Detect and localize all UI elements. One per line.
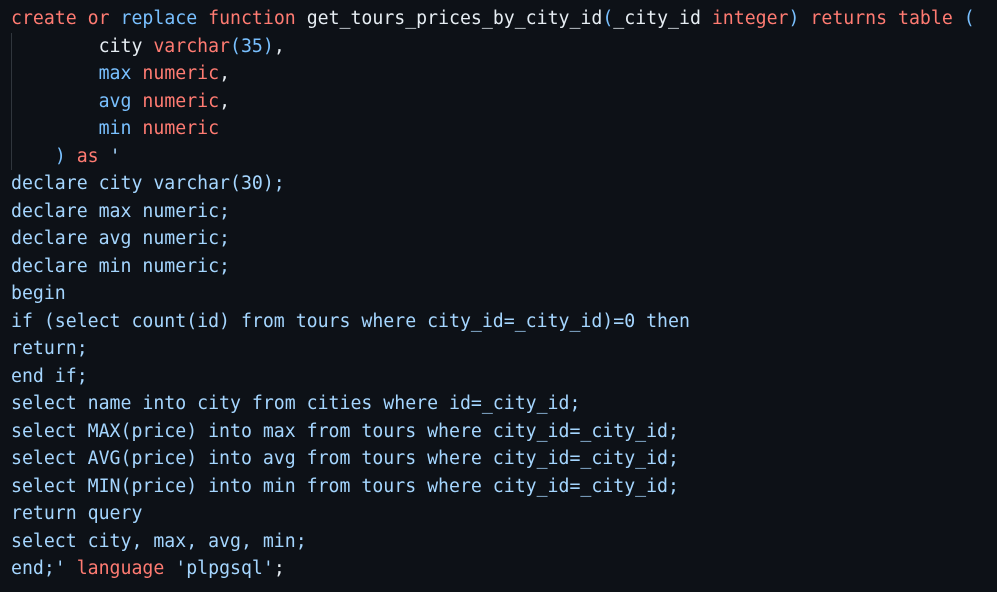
code-line: begin [0,280,997,308]
code-token: ' [109,145,121,167]
code-token: select name into city from cities where … [11,393,581,414]
code-token: if (select count(id) from tours where ci… [11,310,690,332]
code-line: select city, max, avg, min; [0,528,997,556]
code-token: min [98,118,132,139]
code-token: end if; [11,365,88,387]
code-line: city varchar(35), [0,32,997,60]
code-token: ) [788,8,800,29]
code-token: max [98,63,132,84]
indent-guide [11,60,12,88]
code-line: create or replace function get_tours_pri… [0,5,997,33]
code-token: ) [54,145,66,167]
code-token: avg [98,90,132,112]
code-line: ) as ' [0,142,997,170]
code-line: end if; [0,363,997,391]
code-line: declare max numeric; [0,198,997,226]
indent-guide [11,87,12,115]
code-line: min numeric [0,115,997,143]
code-token: numeric [142,63,220,84]
code-line: return; [0,335,997,363]
code-token: numeric [142,90,220,112]
code-token: , [219,90,231,112]
code-token: get_tours_prices_by_city_id [306,8,603,29]
code-editor[interactable]: create or replace function get_tours_pri… [0,0,997,592]
code-line: declare city varchar(30); [0,170,997,198]
code-token: table [898,8,953,29]
code-line: select MAX(price) into max from tours wh… [0,418,997,446]
code-token: varchar [153,35,231,57]
code-token: ( [230,35,241,57]
code-token: ( [963,8,975,29]
code-line: return query [0,500,997,528]
code-token: select AVG(price) into avg from tours wh… [11,448,679,469]
code-token: select city, max, avg, min; [11,530,307,552]
code-token: as [76,145,99,167]
indent-guide [11,32,12,60]
code-token: city [11,35,154,57]
code-token: 'plpgsql' [175,558,274,579]
code-token: begin [11,283,66,304]
code-token: create [11,8,77,29]
code-token: returns [810,8,888,29]
code-line: select name into city from cities where … [0,390,997,418]
code-block[interactable]: create or replace function get_tours_pri… [0,5,997,583]
code-token: numeric [142,118,220,139]
code-line: if (select count(id) from tours where ci… [0,308,997,336]
code-token: _city_id [613,8,712,29]
code-line: end;' language 'plpgsql'; [0,555,997,583]
code-token: select MAX(price) into max from tours wh… [11,420,679,442]
code-token: return query [11,503,143,524]
code-token: declare avg numeric; [11,228,230,249]
code-token: ( [602,8,614,29]
code-token: or [87,8,110,29]
code-line: max numeric, [0,60,997,88]
code-token: return; [11,338,88,359]
code-token: , [273,35,285,57]
code-token: integer [711,8,789,29]
code-token: ) [262,35,274,57]
code-token: declare city varchar(30); [11,173,285,194]
code-token: language [76,558,165,579]
code-token: declare min numeric; [11,255,230,277]
code-token: 35 [240,35,263,57]
code-line: declare avg numeric; [0,225,997,253]
code-line: avg numeric, [0,87,997,115]
code-token: , [219,63,231,84]
code-line: select MIN(price) into min from tours wh… [0,473,997,501]
code-line: select AVG(price) into avg from tours wh… [0,445,997,473]
code-token: function [208,8,296,29]
indent-guide [11,142,12,170]
code-token: end;' [11,558,66,579]
code-token: ; [273,558,285,579]
code-token: declare max numeric; [11,200,230,222]
indent-guide [11,115,12,143]
code-line: declare min numeric; [0,253,997,281]
code-token: select MIN(price) into min from tours wh… [11,475,679,497]
code-token: replace [120,8,198,29]
